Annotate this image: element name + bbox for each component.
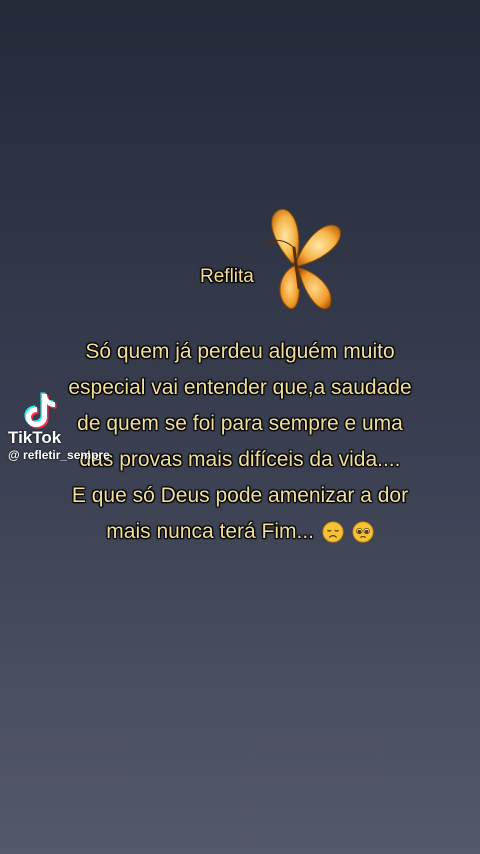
pleading-face-emoji-icon xyxy=(352,521,374,543)
butterfly-icon xyxy=(261,209,341,310)
quote-line-text: mais nunca terá Fim... xyxy=(106,520,315,543)
quote-line: E que só Deus pode amenizar a dor xyxy=(71,484,409,507)
quote-title: Reflita xyxy=(200,266,254,287)
tiktok-username: @ refletir_sempre xyxy=(8,448,110,462)
quote-line: de quem se foi para sempre e uma xyxy=(77,412,403,435)
quote-line: especial vai entender que,a saudade xyxy=(68,376,412,399)
disappointed-face-emoji-icon xyxy=(322,521,344,543)
quote-line-last: mais nunca terá Fim... xyxy=(40,514,440,550)
tiktok-logo-icon xyxy=(24,392,57,429)
quote-body: Só quem já perdeu alguém muito especial … xyxy=(40,334,440,550)
quote-line: Só quem já perdeu alguém muito xyxy=(85,340,395,363)
tiktok-brand: TikTok xyxy=(8,428,62,447)
